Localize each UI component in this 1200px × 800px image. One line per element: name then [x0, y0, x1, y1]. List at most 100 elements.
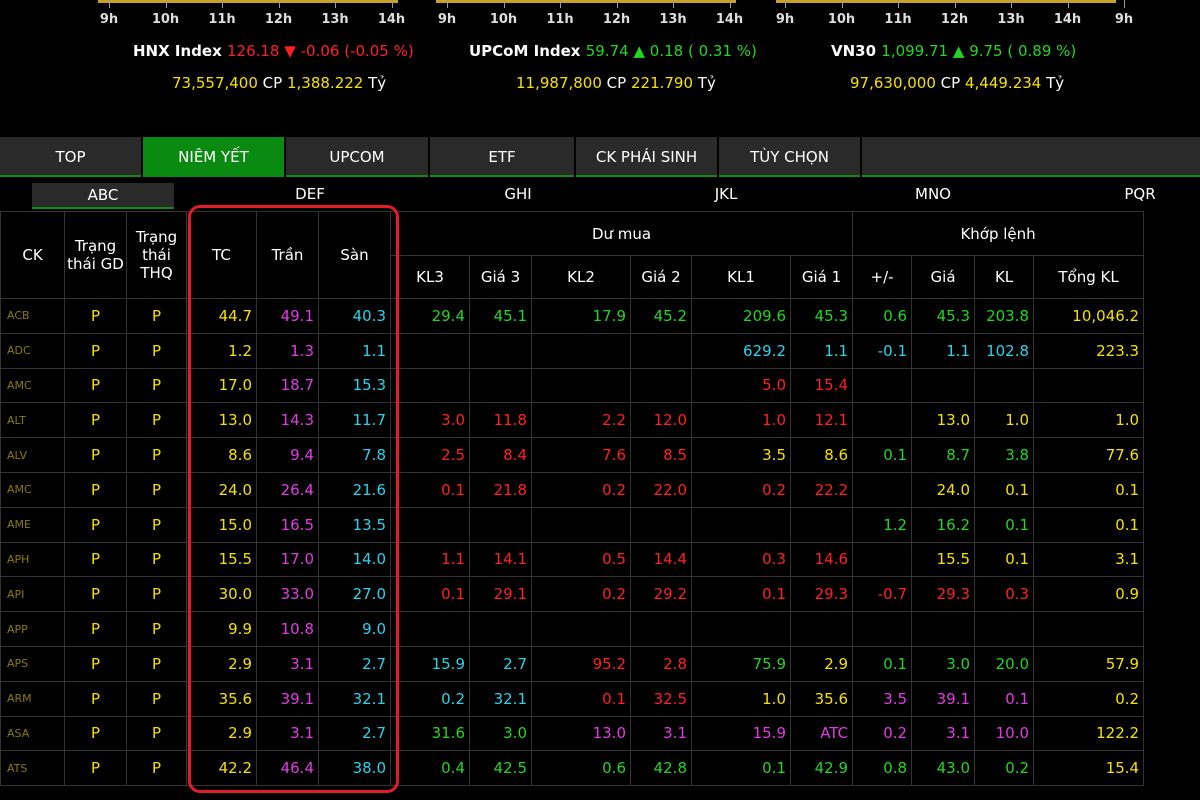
table-row[interactable]: APP P P 9.9 10.8 9.0: [0, 611, 1145, 647]
table-cell: 15.3: [318, 367, 391, 404]
index-hnx-volume: 73,557,400 CP 1,388.222 Tỷ: [172, 74, 387, 92]
table-cell: P: [64, 645, 127, 682]
table-cell: 32.1: [469, 680, 532, 717]
symbol-cell[interactable]: ALV: [0, 437, 65, 473]
table-cell: 14.3: [256, 402, 319, 439]
table-cell: 2.9: [186, 645, 257, 682]
header-trang-thai-thq[interactable]: Trạng thái THQ: [126, 211, 187, 299]
tab-ck-phai-sinh[interactable]: CK PHÁI SINH: [576, 137, 719, 177]
symbol-cell[interactable]: APH: [0, 541, 65, 578]
symbol-cell[interactable]: AMC: [0, 471, 65, 508]
header-gia2[interactable]: Giá 2: [630, 255, 692, 299]
header-gia1[interactable]: Giá 1: [789, 255, 854, 299]
chart-baseline: [776, 0, 1116, 3]
table-row[interactable]: ALT P P 13.0 14.3 11.7 3.0 11.8 2.2 12.0 1.0 12.1 13…: [0, 402, 1145, 439]
symbol-cell[interactable]: AMC: [0, 367, 65, 404]
time-label: 9h: [775, 12, 795, 27]
subtab-pqr[interactable]: PQR: [1090, 185, 1190, 203]
header-tong-kl[interactable]: Tổng KL: [1033, 255, 1145, 299]
alphabet-tabs: ABC DEF GHI JKL MNO PQR: [0, 179, 1200, 211]
symbol-cell[interactable]: ALT: [0, 402, 65, 439]
symbol-cell[interactable]: APP: [0, 611, 65, 647]
tab-top[interactable]: TOP: [0, 137, 143, 177]
table-row[interactable]: ALV P P 8.6 9.4 7.8 2.5 8.4 7.6 8.5 3.5 8.6 0.1 8.7 3.…: [0, 437, 1145, 473]
arrow-down-icon: ▼: [284, 42, 296, 60]
time-label: 12h: [264, 12, 293, 27]
axis-tick: [335, 0, 336, 8]
table-cell: 2.8: [630, 645, 692, 682]
table-cell: 21.8: [469, 471, 532, 508]
table-cell: 15.9: [390, 645, 470, 682]
axis-tick: [222, 0, 223, 8]
table-cell: 44.7: [186, 298, 257, 334]
header-gia[interactable]: Giá: [911, 255, 976, 299]
table-cell: 29.4: [390, 298, 470, 334]
tab-etf[interactable]: ETF: [430, 137, 576, 177]
table-row[interactable]: APS P P 2.9 3.1 2.7 15.9 2.7 95.2 2.8 75.9 2.9 0.1 3.…: [0, 645, 1145, 682]
table-cell: [789, 611, 854, 647]
symbol-cell[interactable]: ARM: [0, 680, 65, 717]
table-cell: 3.1: [911, 715, 976, 752]
table-cell: 10,046.2: [1033, 298, 1145, 334]
table-row[interactable]: ARM P P 35.6 39.1 32.1 0.2 32.1 0.1 32.5 1.0 35.6 3.…: [0, 680, 1145, 717]
symbol-cell[interactable]: ADC: [0, 332, 65, 369]
table-cell: [789, 506, 854, 543]
subtab-ghi[interactable]: GHI: [468, 185, 568, 203]
header-trang-thai-gd[interactable]: Trạng thái GD: [64, 211, 127, 299]
header-tc[interactable]: TC: [186, 211, 257, 299]
header-kl3[interactable]: KL3: [390, 255, 470, 299]
table-cell: 2.9: [789, 645, 854, 682]
symbol-cell[interactable]: API: [0, 576, 65, 613]
table-cell: 0.1: [390, 576, 470, 613]
header-change[interactable]: +/-: [852, 255, 913, 299]
time-label: 11h: [884, 12, 912, 27]
table-cell: 13.0: [911, 402, 976, 439]
table-row[interactable]: APH P P 15.5 17.0 14.0 1.1 14.1 0.5 14.4 0.3 14.6 15…: [0, 541, 1145, 578]
table-row[interactable]: ACB P P 44.7 49.1 40.3 29.4 45.1 17.9 45.2 209.6 45…: [0, 298, 1145, 334]
time-label: 13h: [997, 12, 1025, 27]
index-vn30[interactable]: VN30 1,099.71 ▲ 9.75 ( 0.89 %): [831, 42, 1076, 60]
header-san[interactable]: Sàn: [318, 211, 391, 299]
header-kl[interactable]: KL: [974, 255, 1035, 299]
table-row[interactable]: ATS P P 42.2 46.4 38.0 0.4 42.5 0.6 42.8 0.1 42.9 0.…: [0, 750, 1145, 787]
table-row[interactable]: ADC P P 1.2 1.3 1.1 629.2 1.1 -0.1 1.1 102.8 223.3: [0, 332, 1145, 369]
table-cell: 40.3: [318, 298, 391, 334]
table-cell: 1.1: [911, 332, 976, 369]
header-ck[interactable]: CK: [0, 211, 65, 299]
symbol-cell[interactable]: ASA: [0, 715, 65, 752]
index-upcom[interactable]: UPCoM Index 59.74 ▲ 0.18 ( 0.31 %): [469, 42, 757, 60]
symbol-cell[interactable]: ACB: [0, 298, 65, 334]
table-row[interactable]: AMC P P 24.0 26.4 21.6 0.1 21.8 0.2 22.0 0.2 22.2 24…: [0, 471, 1145, 508]
table-cell: 2.9: [186, 715, 257, 752]
table-cell: 0.1: [974, 541, 1035, 578]
table-cell: 29.2: [630, 576, 692, 613]
symbol-cell[interactable]: APS: [0, 645, 65, 682]
header-kl1[interactable]: KL1: [691, 255, 791, 299]
tab-tuy-chon[interactable]: TÙY CHỌN: [719, 137, 862, 177]
subtab-mno[interactable]: MNO: [883, 185, 983, 203]
axis-tick: [560, 0, 561, 8]
subtab-def[interactable]: DEF: [260, 185, 360, 203]
table-cell: P: [64, 437, 127, 473]
table-cell: 1.1: [318, 332, 391, 369]
table-row[interactable]: AME P P 15.0 16.5 13.5 1.2 16.2 0.1 0.1: [0, 506, 1145, 543]
subtab-jkl[interactable]: JKL: [676, 185, 776, 203]
index-hnx[interactable]: HNX Index 126.18 ▼ -0.06 (-0.05 %): [133, 42, 414, 60]
header-kl2[interactable]: KL2: [531, 255, 631, 299]
tab-niem-yet[interactable]: NIÊM YẾT: [143, 137, 286, 177]
tab-upcom[interactable]: UPCOM: [286, 137, 430, 177]
table-row[interactable]: AMC P P 17.0 18.7 15.3 5.0 15.4: [0, 367, 1145, 404]
symbol-cell[interactable]: AME: [0, 506, 65, 543]
header-tran[interactable]: Trần: [256, 211, 319, 299]
subtab-abc[interactable]: ABC: [32, 183, 174, 209]
table-cell: P: [64, 402, 127, 439]
table-cell: 0.1: [691, 750, 791, 787]
table-row[interactable]: API P P 30.0 33.0 27.0 0.1 29.1 0.2 29.2 0.1 29.3 -0…: [0, 576, 1145, 613]
table-cell: 16.5: [256, 506, 319, 543]
table-cell: [974, 611, 1035, 647]
header-gia3[interactable]: Giá 3: [469, 255, 532, 299]
table-cell: 9.9: [186, 611, 257, 647]
symbol-cell[interactable]: ATS: [0, 750, 65, 787]
table-cell: [531, 611, 631, 647]
table-row[interactable]: ASA P P 2.9 3.1 2.7 31.6 3.0 13.0 3.1 15.9 ATC 0.2 3.…: [0, 715, 1145, 752]
